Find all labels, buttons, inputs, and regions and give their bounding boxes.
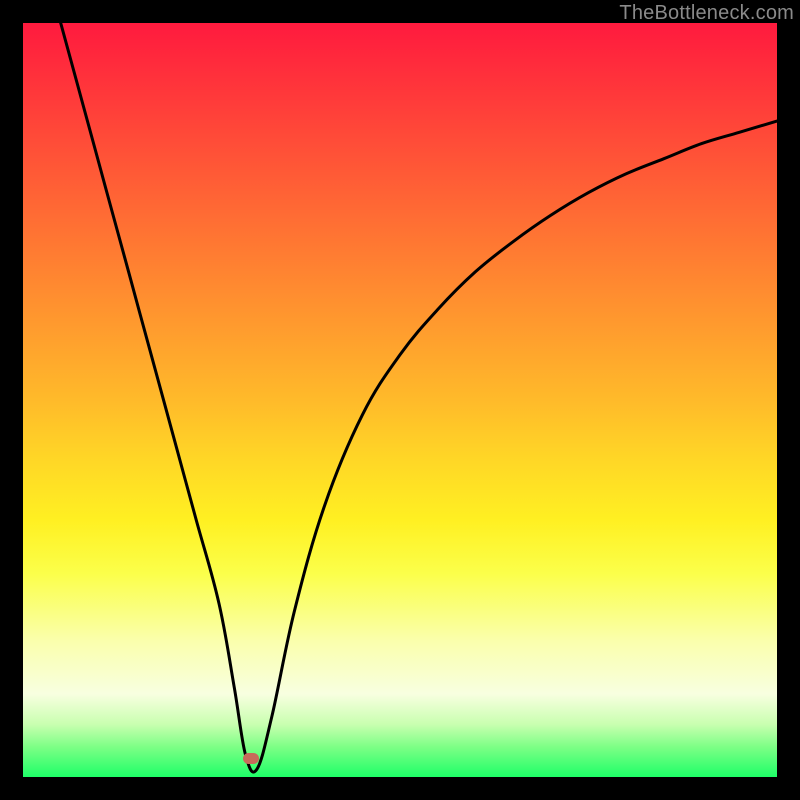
chart-frame: TheBottleneck.com [0,0,800,800]
plot-area [23,23,777,777]
bottleneck-curve [23,23,777,777]
attribution-text: TheBottleneck.com [619,2,794,25]
optimal-point-marker [243,753,259,764]
